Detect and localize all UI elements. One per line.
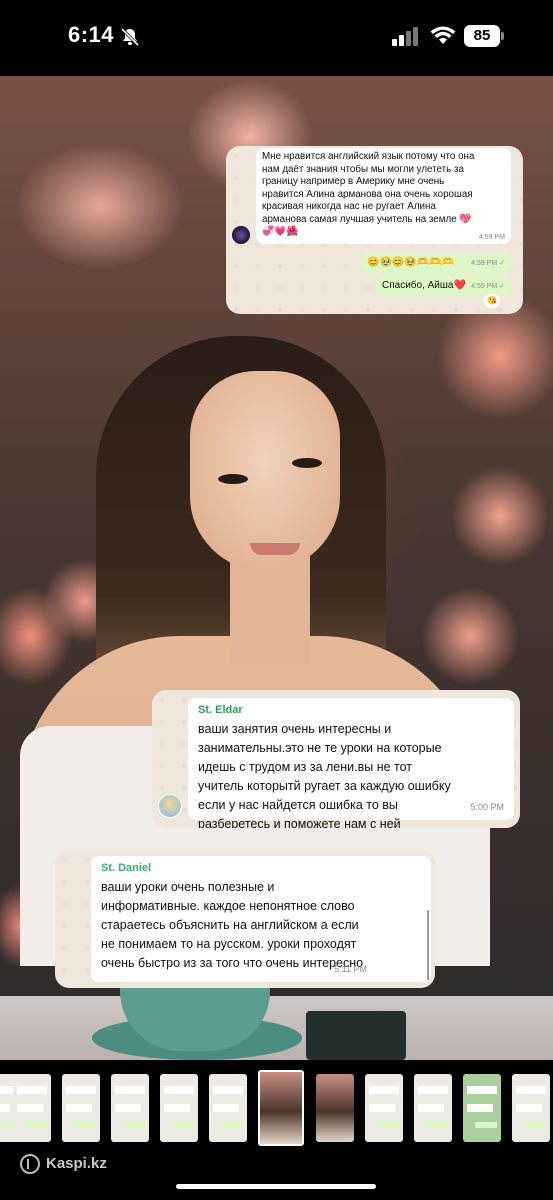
battery-icon: 85 [464,25,504,47]
napkin [306,1011,406,1060]
message-time: 5:11 PM [334,964,367,974]
sender-name: St. Eldar [198,704,243,716]
story-thumbnail[interactable] [463,1074,501,1142]
reaction-badge: 😘 [484,294,500,308]
home-indicator[interactable] [176,1184,376,1189]
story-thumbnail[interactable] [365,1074,403,1142]
message-time: 4:59 PM [478,234,505,241]
incoming-message: St. Eldar ваши занятия очень интересны и… [188,698,514,828]
bell-slash-icon [120,27,140,47]
scrollbar[interactable] [427,910,429,980]
story-thumbnail[interactable] [13,1074,51,1142]
brand-watermark: Kaspi.kz [46,1155,107,1172]
story-thumbnail[interactable] [316,1074,354,1142]
message-text: Мне нравится английский язык потому что … [262,151,475,237]
chat-screenshot-card-1: Мне нравится английский язык потому что … [226,146,523,314]
story-thumbnail[interactable] [160,1074,198,1142]
story-thumbnail[interactable] [414,1074,452,1142]
sender-name: St. Daniel [101,862,152,874]
chat-screenshot-card-2: St. Eldar ваши занятия очень интересны и… [152,690,520,828]
message-text: Спасибо, Айша❤️ [382,280,466,291]
battery-tip [501,32,504,40]
story-thumbnail-strip [0,1070,553,1146]
story-thumbnail[interactable] [62,1074,100,1142]
face [190,371,340,571]
battery-level: 85 [464,25,500,47]
cellular-signal-icon [392,27,418,46]
story-thumbnail[interactable] [512,1074,550,1142]
message-time: 4:59 PM ✓ [471,283,505,290]
message-time: 5:00 PM [470,802,504,812]
status-bar: 6:14 85 [0,0,553,76]
kaspi-logo-icon [20,1154,40,1174]
status-time: 6:14 [68,22,115,47]
avatar [232,226,250,244]
wifi-icon [430,26,456,44]
left-eye [218,474,248,484]
incoming-message: Мне нравится английский язык потому что … [256,148,511,244]
story-thumbnail[interactable] [111,1074,149,1142]
footer: Kaspi.kz [0,1146,553,1200]
story-thumbnail-selected[interactable] [258,1070,304,1146]
neck [230,556,310,666]
message-text: ваши уроки очень полезные и информативны… [101,880,364,970]
message-text: 😊🥹😊🥹🫶🫶🫶 [367,257,455,268]
message-text: ваши занятия очень интересны и занимател… [198,722,455,828]
incoming-message: St. Daniel ваши уроки очень полезные и и… [91,856,431,982]
outgoing-message: Спасибо, Айша❤️ 4:59 PM ✓ [376,276,511,296]
right-eye [292,458,322,468]
avatar [158,794,182,818]
story-thumbnail[interactable] [209,1074,247,1142]
message-time: 4:59 PM ✓ [471,260,505,267]
outgoing-message: 😊🥹😊🥹🫶🫶🫶 4:59 PM ✓ [361,253,511,273]
lips [250,543,300,555]
chat-screenshot-card-3: St. Daniel ваши уроки очень полезные и и… [55,850,435,988]
